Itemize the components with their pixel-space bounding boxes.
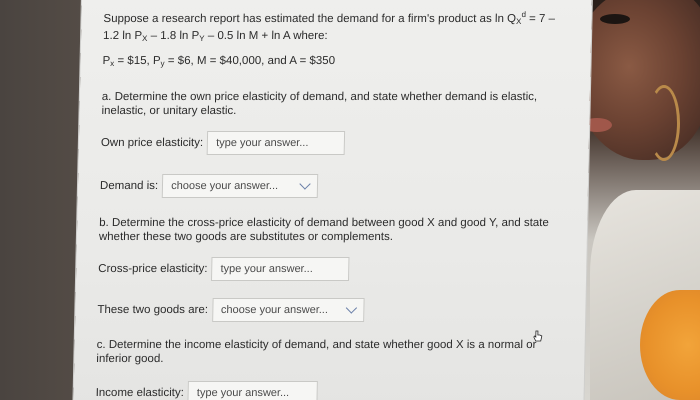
question-intro: Suppose a research report has estimated … — [103, 8, 555, 46]
cross-price-input[interactable]: type your answer... — [211, 257, 350, 281]
chevron-down-icon — [299, 178, 311, 190]
demand-label: Demand is: — [99, 180, 159, 192]
income-placeholder: type your answer... — [196, 387, 290, 399]
own-price-label: Own price elasticity: — [100, 137, 204, 149]
part-b-text: b. Determine the cross-price elasticity … — [98, 217, 549, 243]
goods-label: These two goods are: — [97, 304, 209, 316]
cross-price-label: Cross-price elasticity: — [98, 263, 208, 275]
goods-row: These two goods are: choose your answer.… — [97, 298, 365, 322]
goods-select[interactable]: choose your answer... — [211, 298, 365, 322]
chevron-down-icon — [345, 302, 357, 314]
own-price-placeholder: type your answer... — [216, 137, 309, 149]
intro-text-2: 1.2 ln P — [102, 30, 143, 42]
income-input[interactable]: type your answer... — [187, 381, 319, 400]
photo-of-screen: Suppose a research report has estimated … — [0, 0, 700, 400]
income-row: Income elasticity: type your answer... — [95, 381, 319, 400]
goods-select-value: choose your answer... — [220, 304, 329, 316]
intro-text-1: Suppose a research report has estimated … — [103, 13, 517, 25]
own-price-row: Own price elasticity: type your answer..… — [101, 131, 346, 155]
demand-select[interactable]: choose your answer... — [161, 174, 319, 198]
intro-text-1-end: = 7 – — [525, 13, 556, 25]
part-a-text: a. Determine the own price elasticity of… — [101, 91, 538, 117]
demand-select-value: choose your answer... — [171, 180, 279, 192]
question-panel: Suppose a research report has estimated … — [73, 0, 592, 400]
intro-text-2-end: – 0.5 ln M + ln A where: — [204, 30, 328, 42]
cross-price-placeholder: type your answer... — [220, 263, 313, 275]
given-values: Px = $15, Py = $6, M = $40,000, and A = … — [102, 55, 336, 68]
cross-price-row: Cross-price elasticity: type your answer… — [98, 257, 350, 281]
intro-text-2-mid: – 1.8 ln P — [147, 30, 200, 42]
income-label: Income elasticity: — [95, 387, 184, 399]
own-price-input[interactable]: type your answer... — [206, 131, 346, 155]
demand-row: Demand is: choose your answer... — [100, 174, 319, 198]
earring-hoop — [648, 85, 680, 161]
monitor-bezel-left — [0, 0, 84, 400]
part-c-text: c. Determine the income elasticity of de… — [96, 339, 537, 365]
person-eye — [600, 14, 630, 24]
hand-cursor-icon — [533, 330, 543, 342]
